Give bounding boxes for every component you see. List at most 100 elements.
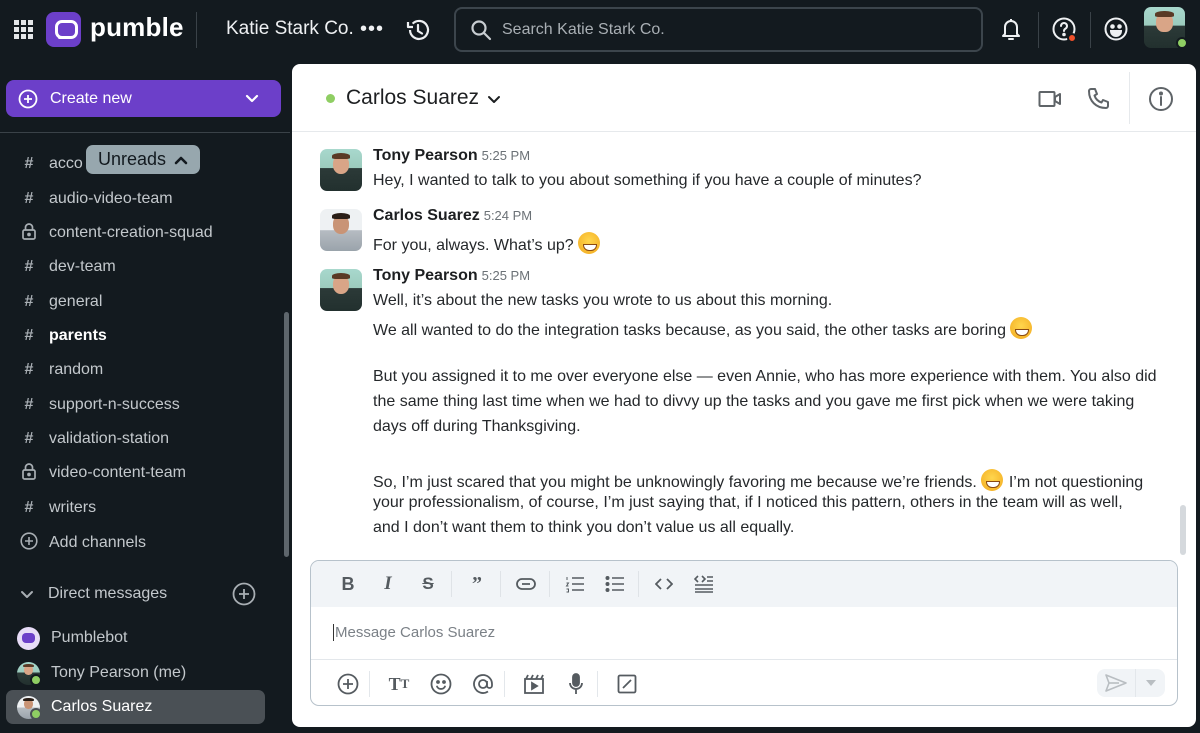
channel-name: dev-team: [49, 258, 116, 275]
hash-icon: #: [24, 293, 34, 310]
divider: [0, 132, 290, 133]
bulleted-list-icon[interactable]: [596, 569, 634, 599]
tony-pearson-avatar[interactable]: [320, 269, 362, 311]
divider: [597, 671, 598, 697]
unreads-label: Unreads: [98, 149, 167, 169]
formatting-toolbar: B I S ”: [311, 561, 1177, 607]
slash-command-icon[interactable]: [610, 669, 644, 699]
code-icon[interactable]: [645, 569, 683, 599]
sidebar-channel-writers[interactable]: # writers: [0, 493, 280, 523]
dm-item-carlos-suarez[interactable]: Carlos Suarez: [6, 690, 265, 724]
text-format-icon[interactable]: TT: [382, 669, 416, 699]
add-channels-button[interactable]: Add channels: [0, 528, 280, 558]
carlos-suarez-avatar[interactable]: [320, 209, 362, 251]
hash-icon: #: [24, 430, 34, 447]
hash-icon: #: [24, 499, 34, 516]
divider: [1090, 12, 1091, 48]
sidebar-channel-validation-station[interactable]: # validation-station: [0, 424, 280, 454]
divider: [1038, 12, 1039, 48]
info-icon[interactable]: [1148, 86, 1174, 112]
chevron-down-icon[interactable]: [486, 93, 502, 107]
hash-icon: #: [24, 361, 34, 378]
bell-icon[interactable]: [996, 14, 1026, 44]
message-author[interactable]: Tony Pearson 5:25 PM: [373, 267, 530, 285]
apps-grid-icon[interactable]: [14, 20, 34, 39]
message-input-area[interactable]: [311, 607, 1177, 660]
workspace-name[interactable]: Katie Stark Co.: [226, 18, 354, 40]
bold-icon[interactable]: B: [329, 569, 367, 599]
microphone-icon[interactable]: [559, 669, 593, 699]
history-icon[interactable]: [404, 16, 432, 44]
help-icon[interactable]: [1049, 14, 1079, 44]
send-options-caret-icon[interactable]: [1136, 680, 1165, 686]
strikethrough-icon[interactable]: S: [409, 569, 447, 599]
hash-icon: #: [24, 258, 34, 275]
message-time: 5:25 PM: [481, 148, 531, 163]
channel-name: random: [49, 361, 104, 378]
mention-icon[interactable]: [466, 669, 500, 699]
sidebar-scrollbar[interactable]: [284, 312, 289, 557]
divider: [196, 12, 197, 48]
message-author[interactable]: Tony Pearson 5:25 PM: [373, 147, 530, 165]
code-block-icon[interactable]: [685, 569, 723, 599]
grinning-sweat-emoji: [980, 469, 1003, 491]
hash-icon: #: [24, 327, 34, 344]
link-icon[interactable]: [507, 569, 545, 599]
lock-icon: [19, 222, 39, 245]
channel-name: acco: [49, 155, 83, 172]
dm-item-pumblebot[interactable]: Pumblebot: [6, 621, 265, 655]
video-call-icon[interactable]: [1037, 86, 1063, 112]
message-composer: B I S ” TT: [310, 560, 1178, 706]
search-input[interactable]: [502, 20, 952, 39]
unreads-button[interactable]: Unreads: [86, 145, 200, 174]
chevron-up-icon: [174, 156, 188, 164]
search-field[interactable]: [454, 7, 983, 52]
create-new-button[interactable]: Create new: [6, 80, 281, 117]
channel-name: general: [49, 293, 103, 310]
numbered-list-icon[interactable]: [556, 569, 594, 599]
video-clip-icon[interactable]: [517, 669, 551, 699]
search-icon: [471, 19, 492, 40]
composer-actions: TT: [311, 661, 1177, 705]
message-text: But you assigned it to me over everyone …: [373, 368, 1157, 385]
sidebar-channel-content-creation-squad[interactable]: content-creation-squad: [0, 218, 280, 248]
emoji-status-icon[interactable]: [1101, 14, 1131, 44]
sidebar-channel-random[interactable]: # random: [0, 355, 280, 385]
message-input[interactable]: [333, 624, 1133, 641]
direct-messages-label: Direct messages: [48, 585, 168, 602]
chat-title[interactable]: Carlos Suarez: [346, 86, 479, 110]
lock-icon: [19, 462, 39, 485]
message-author[interactable]: Carlos Suarez 5:24 PM: [373, 207, 532, 225]
dm-item-tony-pearson[interactable]: Tony Pearson (me): [6, 656, 265, 690]
divider: [369, 671, 370, 697]
more-icon[interactable]: •••: [360, 18, 384, 41]
direct-messages-header[interactable]: Direct messages: [0, 580, 280, 608]
sidebar-channel-video-content-team[interactable]: video-content-team: [0, 458, 280, 488]
phone-call-icon[interactable]: [1085, 86, 1111, 112]
send-button-group: [1097, 669, 1165, 697]
sidebar-channel-audio-video-team[interactable]: # audio-video-team: [0, 184, 280, 214]
send-button[interactable]: [1097, 674, 1135, 692]
message-text: the same thing last time when we had to …: [373, 393, 1135, 410]
channel-name: parents: [49, 327, 107, 344]
chat-panel: Carlos Suarez Tony Pearson 5:25 PM Hey, I…: [292, 64, 1196, 727]
italic-icon[interactable]: I: [369, 569, 407, 599]
hash-icon: #: [24, 396, 34, 413]
sidebar-channel-general[interactable]: # general: [0, 287, 280, 317]
message-text: and I don’t want them to think you don’t…: [373, 519, 795, 536]
sidebar-channel-support-n-success[interactable]: # support-n-success: [0, 390, 280, 420]
tony-pearson-avatar[interactable]: [320, 149, 362, 191]
sidebar-channel-dev-team[interactable]: # dev-team: [0, 252, 280, 282]
divider: [1129, 72, 1130, 124]
emoji-icon[interactable]: [424, 669, 458, 699]
message-text: We all wanted to do the integration task…: [373, 317, 1032, 340]
message-scrollbar[interactable]: [1180, 505, 1186, 555]
channel-name: audio-video-team: [49, 190, 173, 207]
user-avatar[interactable]: [1144, 7, 1188, 49]
quote-icon[interactable]: ”: [458, 569, 496, 599]
sidebar-channel-parents[interactable]: # parents: [0, 321, 280, 351]
add-dm-icon[interactable]: [232, 582, 256, 606]
attach-plus-icon[interactable]: [331, 669, 365, 699]
channel-name: video-content-team: [49, 464, 186, 481]
channel-name: content-creation-squad: [49, 224, 213, 241]
